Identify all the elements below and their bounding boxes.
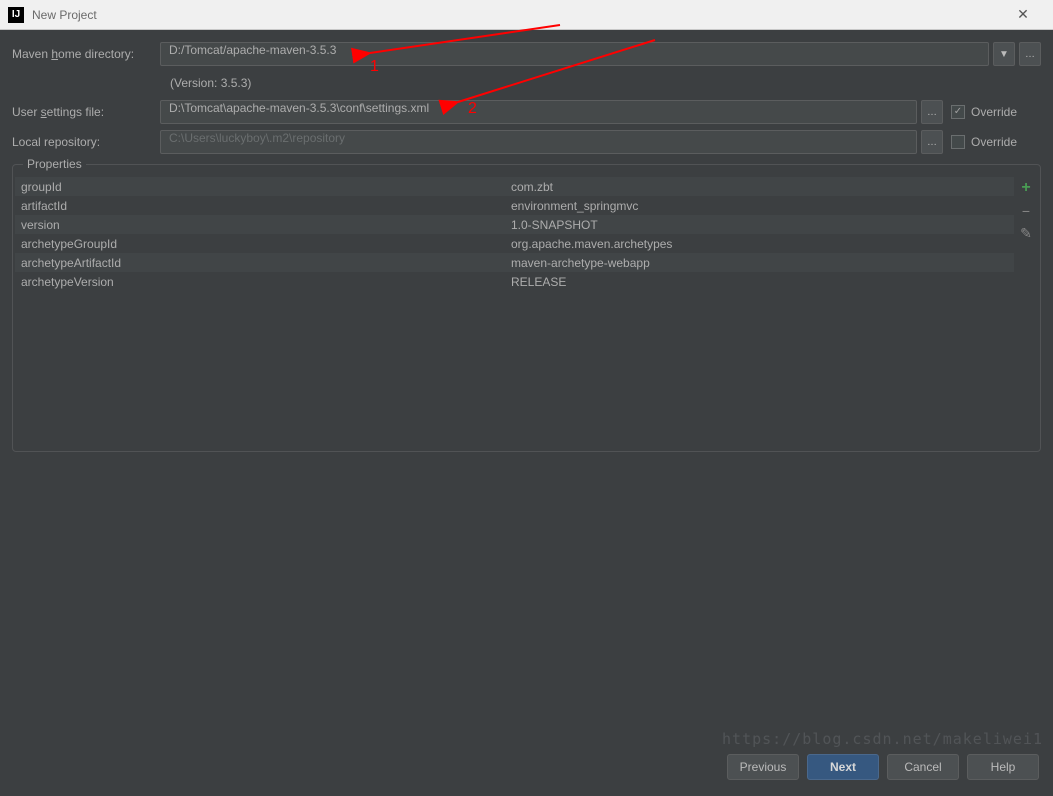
maven-home-input[interactable]: D:/Tomcat/apache-maven-3.5.3: [160, 42, 989, 66]
remove-icon[interactable]: −: [1022, 203, 1030, 219]
local-repo-input[interactable]: C:\Users\luckyboy\.m2\repository: [160, 130, 917, 154]
content-area: Maven home directory: D:/Tomcat/apache-m…: [0, 30, 1053, 452]
properties-legend: Properties: [23, 157, 86, 171]
property-key: artifactId: [21, 199, 511, 213]
previous-button[interactable]: Previous: [727, 754, 799, 780]
settings-override-label: Override: [971, 105, 1017, 119]
property-value: maven-archetype-webapp: [511, 256, 1008, 270]
property-value: com.zbt: [511, 180, 1008, 194]
local-repo-override-label: Override: [971, 135, 1017, 149]
settings-file-browse-button[interactable]: …: [921, 100, 943, 124]
property-key: archetypeVersion: [21, 275, 511, 289]
table-row[interactable]: archetypeVersion RELEASE: [15, 272, 1014, 291]
table-row[interactable]: version 1.0-SNAPSHOT: [15, 215, 1014, 234]
properties-toolbar: + − ✎: [1014, 177, 1038, 449]
settings-file-input[interactable]: D:\Tomcat\apache-maven-3.5.3\conf\settin…: [160, 100, 917, 124]
maven-home-browse-button[interactable]: …: [1019, 42, 1041, 66]
table-row[interactable]: groupId com.zbt: [15, 177, 1014, 196]
settings-file-label: User settings file:: [12, 105, 160, 119]
maven-home-dropdown-icon[interactable]: ▼: [993, 42, 1015, 66]
window-title: New Project: [32, 8, 1001, 22]
table-row[interactable]: artifactId environment_springmvc: [15, 196, 1014, 215]
properties-table[interactable]: groupId com.zbt artifactId environment_s…: [15, 177, 1014, 449]
next-button[interactable]: Next: [807, 754, 879, 780]
property-key: archetypeGroupId: [21, 237, 511, 251]
checkbox-icon: [951, 135, 965, 149]
cancel-button[interactable]: Cancel: [887, 754, 959, 780]
local-repo-browse-button[interactable]: …: [921, 130, 943, 154]
table-row[interactable]: archetypeGroupId org.apache.maven.archet…: [15, 234, 1014, 253]
properties-panel: Properties groupId com.zbt artifactId en…: [12, 164, 1041, 452]
property-key: groupId: [21, 180, 511, 194]
table-row[interactable]: archetypeArtifactId maven-archetype-weba…: [15, 253, 1014, 272]
help-button[interactable]: Help: [967, 754, 1039, 780]
property-key: version: [21, 218, 511, 232]
property-value: environment_springmvc: [511, 199, 1008, 213]
property-key: archetypeArtifactId: [21, 256, 511, 270]
maven-home-label: Maven home directory:: [12, 47, 160, 61]
local-repo-override-checkbox[interactable]: Override: [951, 135, 1041, 149]
local-repo-label: Local repository:: [12, 135, 160, 149]
add-icon[interactable]: +: [1021, 179, 1030, 197]
property-value: 1.0-SNAPSHOT: [511, 218, 1008, 232]
property-value: RELEASE: [511, 275, 1008, 289]
close-icon[interactable]: ✕: [1001, 0, 1045, 30]
settings-override-checkbox[interactable]: Override: [951, 105, 1041, 119]
maven-version-label: (Version: 3.5.3): [160, 72, 1041, 90]
titlebar: IJ New Project ✕: [0, 0, 1053, 30]
footer-buttons: Previous Next Cancel Help: [727, 754, 1039, 780]
edit-icon[interactable]: ✎: [1020, 225, 1032, 242]
annotation-2: 2: [468, 100, 477, 118]
checkbox-icon: [951, 105, 965, 119]
app-icon: IJ: [8, 7, 24, 23]
watermark: https://blog.csdn.net/makeliwei1: [722, 730, 1043, 748]
property-value: org.apache.maven.archetypes: [511, 237, 1008, 251]
annotation-1: 1: [370, 58, 379, 76]
